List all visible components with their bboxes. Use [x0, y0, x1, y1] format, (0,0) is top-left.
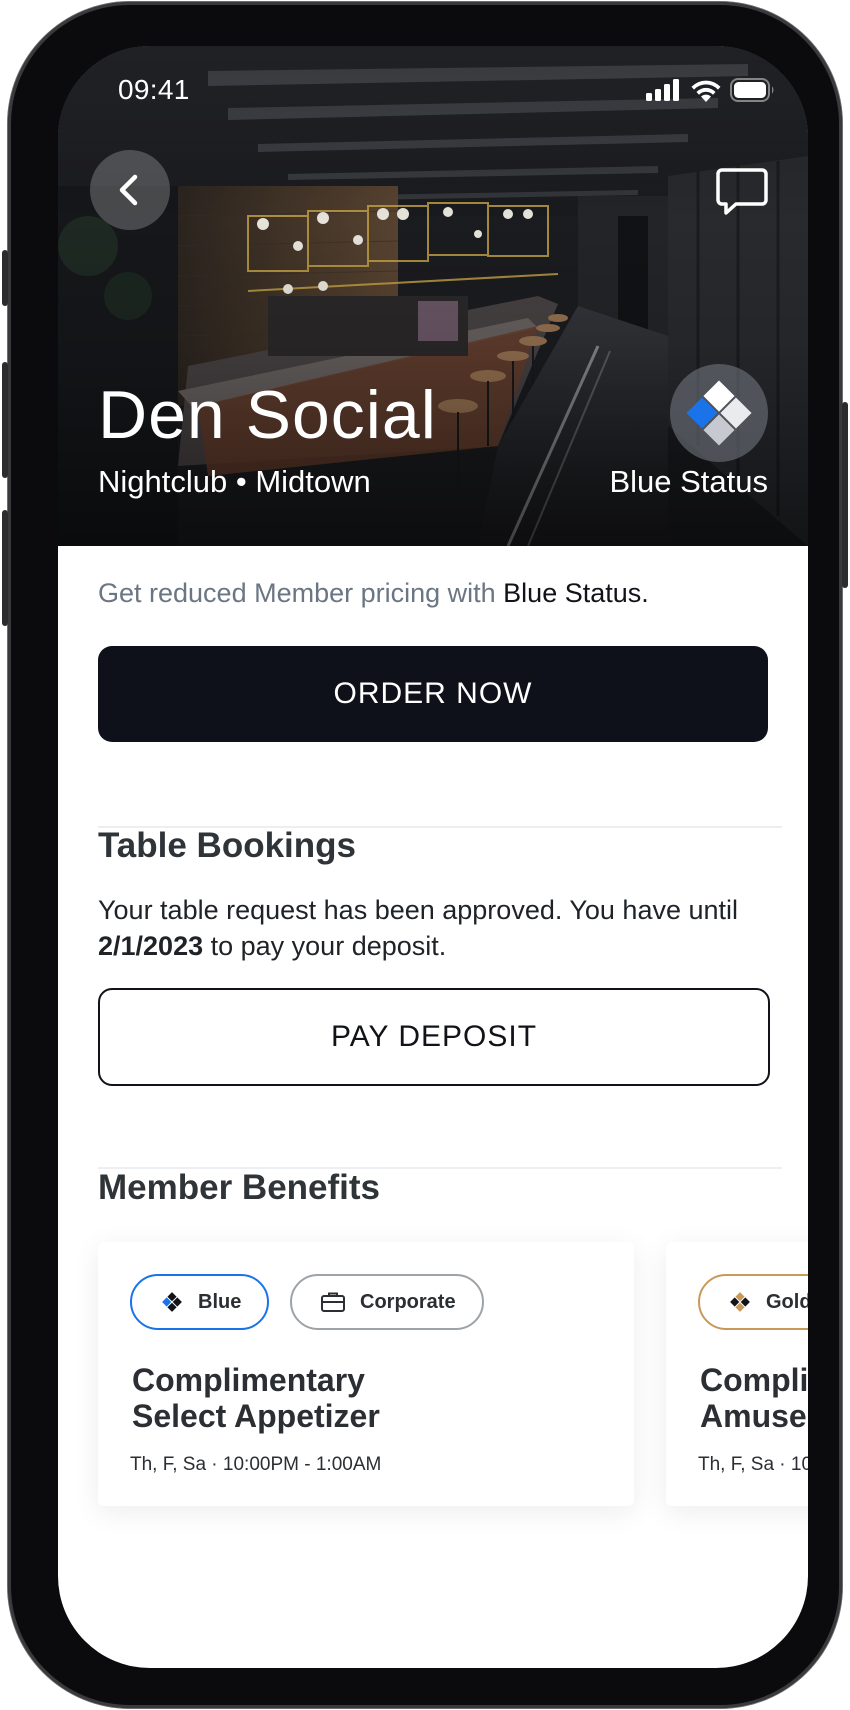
blue-status-diamond-icon	[686, 380, 752, 446]
benefit-title-line: Complimentary	[132, 1362, 365, 1398]
diamond-tier-icon	[728, 1290, 752, 1314]
member-pricing-promo: Get reduced Member pricing with Blue Sta…	[98, 578, 649, 609]
chat-bubble-icon	[716, 168, 768, 215]
status-indicators	[646, 78, 776, 102]
chat-button[interactable]	[714, 164, 770, 220]
chevron-left-icon	[119, 174, 138, 206]
venue-hero: 09:41 Den Social Nightclub • Midtown Blu…	[58, 46, 808, 546]
volume-down-button	[2, 510, 8, 626]
booking-message-start: Your table request has been approved. Yo…	[98, 895, 739, 925]
order-now-button[interactable]: ORDER NOW	[98, 646, 768, 742]
benefit-title: Complimentary Amuse	[700, 1362, 808, 1434]
diamond-tier-icon	[160, 1290, 184, 1314]
benefit-card[interactable]: Gold Complimentary Amuse Th, F, Sa · 10:…	[666, 1242, 808, 1506]
pay-deposit-button[interactable]: PAY DEPOSIT	[98, 988, 770, 1086]
status-label: Blue Status	[609, 464, 768, 499]
benefit-title-line: Amuse	[700, 1398, 807, 1434]
battery-icon	[730, 78, 774, 102]
member-benefits-heading: Member Benefits	[98, 1168, 381, 1207]
tier-chip-corporate: Corporate	[290, 1274, 484, 1330]
benefit-card[interactable]: Blue Corporate Complimentary Select Appe…	[98, 1242, 634, 1506]
promo-status-link[interactable]: Blue Status.	[503, 578, 649, 608]
mute-switch	[2, 250, 8, 306]
venue-subtitle: Nightclub • Midtown	[98, 464, 371, 499]
benefit-title: Complimentary Select Appetizer	[132, 1362, 602, 1434]
table-bookings-heading: Table Bookings	[98, 826, 356, 865]
booking-message-end: to pay your deposit.	[203, 931, 447, 961]
volume-up-button	[2, 362, 8, 478]
benefit-title-line: Complimentary	[700, 1362, 808, 1398]
tier-chip-label: Blue	[198, 1290, 242, 1313]
cellular-signal-icon	[646, 79, 679, 101]
promo-text: Get reduced Member pricing with	[98, 578, 504, 608]
tier-chip-gold: Gold	[698, 1274, 808, 1330]
booking-status-message: Your table request has been approved. Yo…	[98, 892, 758, 964]
tier-chip-label: Corporate	[360, 1290, 456, 1313]
phone-frame: 09:41 Den Social Nightclub • Midtown Blu…	[2, 2, 848, 1708]
status-badge	[670, 364, 768, 462]
benefit-hours: Th, F, Sa · 10:00PM - 1:00AM	[130, 1454, 382, 1475]
tier-chip-blue: Blue	[130, 1274, 270, 1330]
deposit-due-date: 2/1/2023	[98, 931, 204, 961]
status-time: 09:41	[118, 74, 190, 105]
benefit-hours: Th, F, Sa · 10:00PM - 1:00AM	[698, 1454, 808, 1475]
benefit-title-line: Select Appetizer	[132, 1398, 380, 1434]
power-button	[842, 402, 848, 588]
app-screen: 09:41 Den Social Nightclub • Midtown Blu…	[58, 46, 808, 1668]
wifi-icon	[691, 80, 721, 102]
briefcase-icon	[320, 1290, 346, 1314]
venue-name: Den Social	[98, 377, 437, 453]
tier-chip-label: Gold	[766, 1290, 808, 1313]
back-button[interactable]	[90, 150, 170, 230]
